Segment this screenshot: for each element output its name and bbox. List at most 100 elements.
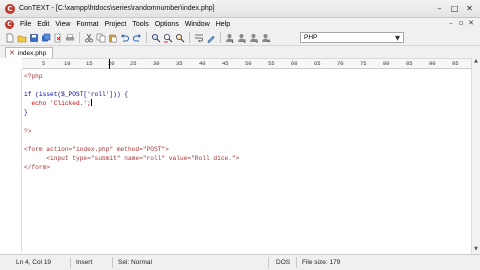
file-size: File size: 179 <box>302 259 341 266</box>
ruler-mark: 95 <box>452 60 459 67</box>
menu-project[interactable]: Project <box>102 21 130 28</box>
ruler-mark: 30 <box>153 60 160 67</box>
menu-bar: C File Edit View Format Project Tools Op… <box>0 18 480 30</box>
line-gutter[interactable] <box>0 69 22 253</box>
redo-icon[interactable] <box>131 32 142 43</box>
line-ending: DOS <box>276 259 291 266</box>
menu-file[interactable]: File <box>17 21 34 28</box>
user-command-1-icon[interactable]: 1 <box>224 32 235 43</box>
status-divider <box>70 257 71 268</box>
new-file-icon[interactable] <box>4 32 15 43</box>
tab-label: index.php <box>17 49 47 57</box>
ruler-mark: 85 <box>406 60 413 67</box>
chevron-down-icon: ▼ <box>395 33 400 42</box>
toolbar: 1 2 3 4 PHP ▼ <box>0 30 480 46</box>
scroll-up-arrow-icon[interactable]: ▲ <box>472 58 480 66</box>
scroll-down-arrow-icon[interactable]: ▼ <box>472 246 480 254</box>
code-line-current: echo 'Clicked.'; <box>24 99 239 108</box>
ruler-mark: 70 <box>337 60 344 67</box>
ruler-mark: 60 <box>291 60 298 67</box>
ruler-mark: 45 <box>222 60 229 67</box>
user-command-2-icon[interactable]: 2 <box>236 32 247 43</box>
ruler-cursor-marker <box>109 59 110 69</box>
ruler-mark: 15 <box>86 60 93 67</box>
cursor-position: Ln 4, Col 19 <box>16 259 52 266</box>
minimize-button[interactable]: – <box>433 3 446 14</box>
toolbar-separator <box>146 32 147 43</box>
save-all-icon[interactable] <box>40 32 51 43</box>
ruler-mark: 75 <box>360 60 367 67</box>
code-line: <input type="submit" name="roll" value="… <box>24 154 240 162</box>
ruler-mark: 55 <box>268 60 275 67</box>
status-divider <box>268 257 269 268</box>
toolbar-separator <box>220 32 221 43</box>
close-file-icon[interactable] <box>52 32 63 43</box>
ruler-mark: 80 <box>383 60 390 67</box>
code-line: <form action="index.php" method="POST"> <box>24 145 169 153</box>
find-next-icon[interactable] <box>174 32 185 43</box>
tab-index-php[interactable]: ✕ index.php <box>5 47 53 58</box>
ruler-mark: 35 <box>176 60 183 67</box>
paste-icon[interactable] <box>107 32 118 43</box>
ruler-mark: 10 <box>64 60 71 67</box>
user-command-4-icon[interactable]: 4 <box>260 32 271 43</box>
code-line: ?> <box>24 127 32 135</box>
code-line: } <box>24 109 28 117</box>
svg-text:2: 2 <box>243 38 246 43</box>
code-area[interactable]: <?php if (isset($_POST['roll'])) { echo … <box>24 72 239 172</box>
status-divider <box>112 257 113 268</box>
menu-format[interactable]: Format <box>73 21 101 28</box>
close-button[interactable]: ✕ <box>463 3 476 14</box>
menu-help[interactable]: Help <box>213 21 233 28</box>
ruler-mark: 5 <box>42 60 46 67</box>
undo-icon[interactable] <box>119 32 130 43</box>
ruler-mark: 90 <box>429 60 436 67</box>
open-folder-icon[interactable] <box>16 32 27 43</box>
language-select[interactable]: PHP ▼ <box>300 32 404 43</box>
selection-mode: Sel: Normal <box>118 259 152 266</box>
user-command-3-icon[interactable]: 3 <box>248 32 259 43</box>
svg-text:1: 1 <box>231 38 234 43</box>
vertical-scrollbar[interactable]: ▲ ▼ <box>471 58 480 254</box>
ruler-mark: 40 <box>199 60 206 67</box>
code-line-text: echo 'Clicked.'; <box>24 100 91 108</box>
copy-icon[interactable] <box>95 32 106 43</box>
close-tab-icon[interactable]: ✕ <box>9 49 15 57</box>
status-bar: Ln 4, Col 19 Insert Sel: Normal DOS File… <box>0 254 480 270</box>
menu-tools[interactable]: Tools <box>129 21 151 28</box>
document-menu-icon[interactable]: C <box>5 19 14 29</box>
doc-minimize-button[interactable]: – <box>446 19 456 27</box>
menu-options[interactable]: Options <box>152 21 182 28</box>
find-icon[interactable] <box>150 32 161 43</box>
toolbar-separator <box>79 32 80 43</box>
code-line: <?php <box>24 73 43 80</box>
contex-app-icon[interactable]: C <box>5 3 15 14</box>
toolbar-separator <box>189 32 190 43</box>
language-select-value: PHP <box>304 34 318 41</box>
ruler-mark: 25 <box>130 60 137 67</box>
menu-view[interactable]: View <box>52 21 73 28</box>
menu-edit[interactable]: Edit <box>34 21 52 28</box>
status-divider <box>296 257 297 268</box>
doc-close-button[interactable]: ✕ <box>466 19 476 27</box>
window-controls: – □ ✕ <box>431 3 476 14</box>
code-line: </form> <box>24 163 50 171</box>
ruler-mark: 65 <box>314 60 321 67</box>
svg-text:4: 4 <box>267 38 270 43</box>
document-window-controls: – ▫ ✕ <box>446 19 476 27</box>
print-icon[interactable] <box>64 32 75 43</box>
svg-text:3: 3 <box>255 38 258 43</box>
word-wrap-icon[interactable] <box>193 32 204 43</box>
bookmark-icon[interactable] <box>205 32 216 43</box>
code-editor[interactable]: <?php if (isset($_POST['roll'])) { echo … <box>0 69 480 253</box>
replace-icon[interactable] <box>162 32 173 43</box>
save-icon[interactable] <box>28 32 39 43</box>
maximize-button[interactable]: □ <box>448 3 461 14</box>
doc-restore-button[interactable]: ▫ <box>456 19 466 27</box>
cut-icon[interactable] <box>83 32 94 43</box>
menu-window[interactable]: Window <box>182 21 213 28</box>
code-line: if (isset($_POST['roll'])) { <box>24 91 128 99</box>
text-cursor <box>90 99 92 107</box>
